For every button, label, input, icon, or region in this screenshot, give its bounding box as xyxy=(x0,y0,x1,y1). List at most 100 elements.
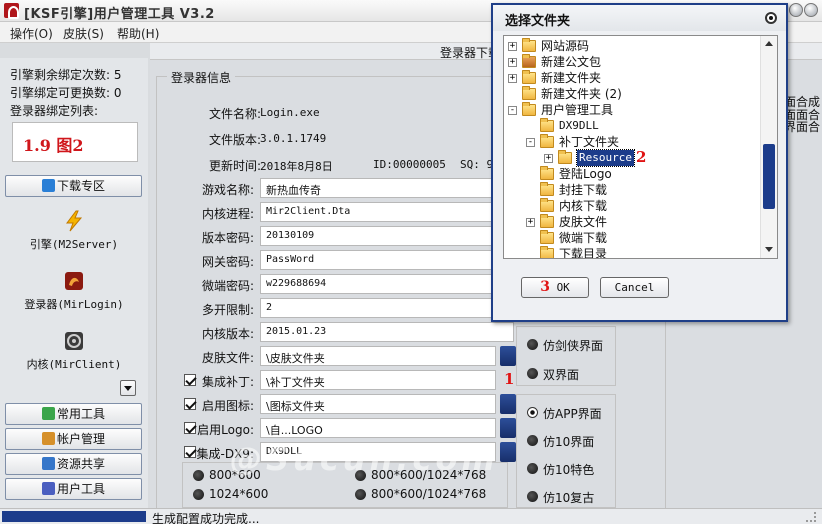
cancel-button[interactable]: Cancel xyxy=(600,277,669,298)
ui-radio-4[interactable] xyxy=(527,435,538,446)
expand-icon[interactable]: + xyxy=(508,58,517,67)
tree-scrollbar[interactable] xyxy=(760,36,777,258)
scroll-down-arrow-icon[interactable] xyxy=(765,247,773,252)
engine-shortcut[interactable]: 引擎(M2Server) xyxy=(0,210,148,252)
folder-icon xyxy=(540,214,554,228)
tree-item[interactable]: 微端下载 xyxy=(504,230,758,246)
logo-field[interactable]: \自...LOGO xyxy=(260,418,496,438)
patch-field[interactable]: \补丁文件夹 xyxy=(260,370,496,390)
micro-password-field[interactable]: w229688694 xyxy=(260,274,514,294)
common-tools-button[interactable]: 常用工具 xyxy=(5,403,142,425)
cancel-label: Cancel xyxy=(614,281,655,294)
core-icon xyxy=(65,332,83,350)
bind-changeable-text: 引擎绑定可更换数: 0 xyxy=(10,86,122,100)
download-zone-label: 下载专区 xyxy=(56,179,105,193)
ok-label: OK xyxy=(556,281,570,294)
share-icon xyxy=(41,457,55,470)
tree-item[interactable]: 下载目录 xyxy=(504,246,758,258)
menu-operation[interactable]: 操作(O) xyxy=(10,25,53,42)
tree-item-label: 新建文件夹 (2) xyxy=(541,87,622,101)
menu-skin[interactable]: 皮肤(S) xyxy=(63,25,104,42)
user-tools-button[interactable]: 用户工具 xyxy=(5,478,142,500)
dialog-close-button[interactable] xyxy=(765,12,777,24)
maximize-button[interactable] xyxy=(789,3,803,17)
folder-icon xyxy=(540,182,554,196)
scroll-thumb[interactable] xyxy=(763,144,775,209)
tree-item-label: 皮肤文件 xyxy=(559,215,608,229)
skin-file-field[interactable]: \皮肤文件夹 xyxy=(260,346,496,366)
ui-radio-5[interactable] xyxy=(527,463,538,474)
micro-password-label: 微端密码: xyxy=(201,279,254,293)
tree-item[interactable]: + 皮肤文件 xyxy=(504,214,758,230)
ui-radio-1[interactable] xyxy=(527,339,538,350)
file-version-label: 文件版本: xyxy=(208,133,261,147)
tree-item-label: 补丁文件夹 xyxy=(559,135,620,149)
tree-item[interactable]: + 网站源码 xyxy=(504,38,758,54)
collapse-icon[interactable]: - xyxy=(508,106,517,115)
dx9-browse-button[interactable] xyxy=(500,442,516,462)
res-radio-3[interactable] xyxy=(193,489,204,500)
gateway-password-field[interactable]: PassWord xyxy=(260,250,514,270)
menu-help[interactable]: 帮助(H) xyxy=(117,25,159,42)
client-shortcut[interactable]: 内核(MirClient) xyxy=(0,330,148,372)
app-logo-icon xyxy=(4,3,19,19)
window-title: [KSF引擎]用户管理工具 V3.2 xyxy=(24,7,215,22)
account-management-button[interactable]: 帐户管理 xyxy=(5,428,142,450)
tree-item[interactable]: 新建文件夹 (2) xyxy=(504,86,758,102)
expand-icon[interactable]: + xyxy=(508,74,517,83)
ui-radio-6[interactable] xyxy=(527,491,538,502)
resize-grip-icon[interactable] xyxy=(806,512,816,522)
side-text-3: 界面合 xyxy=(784,120,821,134)
version-password-field[interactable]: 20130109 xyxy=(260,226,514,246)
folder-icon xyxy=(540,166,554,180)
expand-icon[interactable]: + xyxy=(526,218,535,227)
res-radio-1[interactable] xyxy=(193,470,204,481)
scroll-up-arrow-icon[interactable] xyxy=(765,41,773,46)
game-name-field[interactable]: 新热血传奇 xyxy=(260,178,514,198)
ui-radio-3[interactable] xyxy=(527,407,538,418)
resource-share-button[interactable]: 资源共享 xyxy=(5,453,142,475)
tree-item[interactable]: + Resource xyxy=(504,149,758,167)
folder-tree[interactable]: + 网站源码 + 新建公文包 + 新建文件夹 新建文件夹 (2) - 用户管理工具 DX9DLL -… xyxy=(503,35,778,259)
annotation-text: 1.9 图2 xyxy=(23,136,84,155)
ui-radio-2[interactable] xyxy=(527,368,538,379)
dialog-title-bar: 选择文件夹 xyxy=(493,5,786,31)
skin-browse-button[interactable] xyxy=(500,346,516,366)
folder-icon xyxy=(540,198,554,212)
file-version-value: 3.0.1.1749 xyxy=(260,132,327,145)
group-title: 登录器信息 xyxy=(167,69,236,86)
collapse-icon[interactable]: - xyxy=(526,138,535,147)
icon-field[interactable]: \图标文件夹 xyxy=(260,394,496,414)
tree-item[interactable]: + 新建文件夹 xyxy=(504,70,758,86)
expand-icon[interactable]: + xyxy=(508,42,517,51)
tree-item[interactable]: + 新建公文包 xyxy=(504,54,758,70)
icon-browse-button[interactable] xyxy=(500,394,516,414)
folder-icon xyxy=(540,134,554,148)
login-shortcut[interactable]: 登录器(MirLogin) xyxy=(0,270,148,312)
shortcut-scroll-button[interactable] xyxy=(120,380,136,396)
ok-button[interactable]: 3 OK xyxy=(521,277,589,298)
res-radio-4[interactable] xyxy=(355,489,366,500)
logo-label: 启用Logo: xyxy=(197,423,254,437)
close-button[interactable] xyxy=(804,3,818,17)
tree-item[interactable]: DX9DLL xyxy=(504,118,758,134)
tree-item[interactable]: 封挂下载 xyxy=(504,182,758,198)
tree-item[interactable]: - 补丁文件夹 xyxy=(504,134,758,150)
marker-1: 1 xyxy=(504,370,515,388)
folder-icon xyxy=(540,246,554,258)
core-version-field[interactable]: 2015.01.23 xyxy=(260,322,514,342)
tree-item-label: 新建文件夹 xyxy=(541,71,602,85)
folder-icon xyxy=(522,70,536,84)
user-tools-label: 用户工具 xyxy=(56,482,105,496)
logo-browse-button[interactable] xyxy=(500,418,516,438)
tree-item[interactable]: 内核下载 xyxy=(504,198,758,214)
ui-label-5: 仿10特色 xyxy=(543,463,595,477)
expand-icon[interactable]: + xyxy=(544,154,553,163)
multi-limit-field[interactable]: 2 xyxy=(260,298,514,318)
core-process-field[interactable]: Mir2Client.Dta xyxy=(260,202,514,222)
tree-item-label: 登陆Logo xyxy=(559,167,612,181)
download-zone-button[interactable]: 下载专区 xyxy=(5,175,142,197)
ui-label-2: 双界面 xyxy=(543,368,580,382)
tree-item[interactable]: 登陆Logo xyxy=(504,166,758,182)
tree-item[interactable]: - 用户管理工具 xyxy=(504,102,758,118)
